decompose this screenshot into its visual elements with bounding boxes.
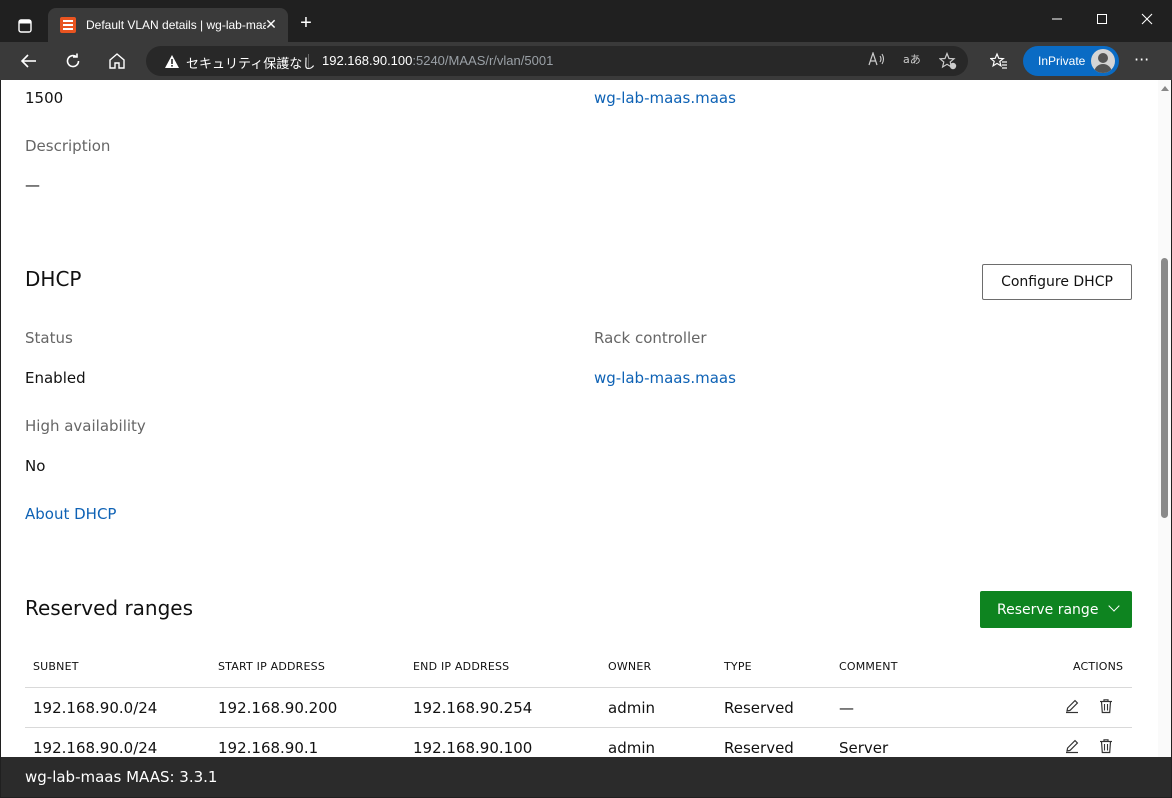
- page-scrollbar[interactable]: [1158, 80, 1171, 757]
- col-header-actions: ACTIONS: [1073, 660, 1124, 673]
- inprivate-label: InPrivate: [1038, 54, 1086, 68]
- row-start-ip: 192.168.90.200: [218, 699, 338, 717]
- scroll-up-arrow-icon[interactable]: [1161, 86, 1169, 91]
- security-status-label[interactable]: セキュリティ保護なし: [186, 53, 315, 72]
- primary-rack-host: wg-lab-maas: [594, 89, 691, 107]
- col-header-end-ip: END IP ADDRESS: [413, 660, 510, 673]
- row-comment: —: [839, 699, 854, 717]
- col-header-start-ip: START IP ADDRESS: [218, 660, 326, 673]
- maximize-icon[interactable]: [1091, 10, 1113, 32]
- reserve-range-label: Reserve range: [997, 601, 1099, 618]
- add-favorite-icon[interactable]: [938, 51, 957, 70]
- table-header-divider: [25, 687, 1132, 688]
- about-dhcp-link[interactable]: About DHCP: [25, 505, 116, 523]
- favorites-icon[interactable]: [988, 50, 1010, 72]
- chevron-down-icon: [1108, 600, 1120, 612]
- reserved-ranges-heading: Reserved ranges: [25, 596, 194, 620]
- url-path: :5240/MAAS/r/vlan/5001: [412, 53, 554, 68]
- row-end-ip: 192.168.90.254: [413, 699, 533, 717]
- dhcp-heading: DHCP: [25, 267, 82, 291]
- warning-icon[interactable]: [164, 54, 180, 73]
- row-type: Reserved: [724, 739, 794, 757]
- configure-dhcp-button[interactable]: Configure DHCP: [982, 264, 1132, 300]
- dhcp-status-value: Enabled: [25, 369, 86, 387]
- row-owner: admin: [608, 739, 655, 757]
- mtu-value: 1500: [25, 89, 64, 107]
- delete-icon[interactable]: [1098, 698, 1116, 716]
- tab-bar: Default VLAN details | wg-lab-maas ✕ +: [0, 0, 1172, 42]
- row-start-ip: 192.168.90.1: [218, 739, 319, 757]
- rack-controller-domain: .maas: [690, 369, 736, 387]
- profile-avatar: [1091, 49, 1115, 73]
- delete-icon[interactable]: [1098, 738, 1116, 756]
- maas-version-text: wg-lab-maas MAAS: 3.3.1: [25, 768, 218, 786]
- tab-title: Default VLAN details | wg-lab-maas: [86, 18, 266, 32]
- inprivate-badge[interactable]: InPrivate: [1023, 46, 1119, 76]
- scrollbar-thumb[interactable]: [1161, 258, 1168, 518]
- address-divider: [308, 54, 309, 68]
- close-window-icon[interactable]: [1136, 10, 1158, 32]
- high-availability-label: High availability: [25, 417, 146, 435]
- browser-toolbar: セキュリティ保護なし 192.168.90.100:5240/MAAS/r/vl…: [0, 42, 1172, 80]
- read-aloud-icon[interactable]: [868, 51, 886, 70]
- new-tab-button[interactable]: +: [296, 13, 316, 33]
- row-subnet-link[interactable]: 192.168.90.0/24: [33, 739, 157, 757]
- browser-tab-active[interactable]: Default VLAN details | wg-lab-maas ✕: [48, 8, 288, 42]
- translate-icon[interactable]: aあ: [903, 52, 921, 70]
- reserve-range-button[interactable]: Reserve range: [980, 591, 1132, 628]
- address-bar[interactable]: セキュリティ保護なし 192.168.90.100:5240/MAAS/r/vl…: [146, 46, 968, 76]
- description-value: —: [25, 176, 40, 194]
- row-owner: admin: [608, 699, 655, 717]
- high-availability-value: No: [25, 457, 46, 475]
- col-header-comment: COMMENT: [839, 660, 898, 673]
- page-content: 1500 wg-lab-maas.maas Description — DHCP…: [1, 80, 1158, 757]
- description-label: Description: [25, 137, 111, 155]
- row-type: Reserved: [724, 699, 794, 717]
- svg-text:aあ: aあ: [903, 53, 921, 66]
- edit-icon[interactable]: [1064, 738, 1082, 756]
- maas-footer: wg-lab-maas MAAS: 3.3.1: [1, 757, 1171, 797]
- back-icon[interactable]: [18, 50, 40, 72]
- tab-close-icon[interactable]: ✕: [262, 16, 280, 34]
- primary-rack-domain: .maas: [690, 89, 736, 107]
- rack-controller-label: Rack controller: [594, 329, 707, 347]
- row-end-ip: 192.168.90.100: [413, 739, 533, 757]
- primary-rack-link[interactable]: wg-lab-maas.maas: [594, 89, 736, 107]
- browser-window: Default VLAN details | wg-lab-maas ✕ + セ…: [0, 0, 1172, 798]
- url-text[interactable]: 192.168.90.100:5240/MAAS/r/vlan/5001: [322, 53, 553, 68]
- home-icon[interactable]: [106, 50, 128, 72]
- rack-controller-host: wg-lab-maas: [594, 369, 691, 387]
- edit-icon[interactable]: [1064, 698, 1082, 716]
- tab-actions-icon[interactable]: [12, 13, 38, 39]
- settings-more-icon[interactable]: ···: [1134, 50, 1149, 69]
- dhcp-status-label: Status: [25, 329, 73, 347]
- row-comment: Server: [839, 739, 889, 757]
- rack-controller-link[interactable]: wg-lab-maas.maas: [594, 369, 736, 387]
- minimize-icon[interactable]: [1046, 10, 1068, 32]
- refresh-icon[interactable]: [62, 50, 84, 72]
- row-subnet-link[interactable]: 192.168.90.0/24: [33, 699, 157, 717]
- col-header-type: TYPE: [724, 660, 752, 673]
- col-header-owner: OWNER: [608, 660, 652, 673]
- col-header-subnet: SUBNET: [33, 660, 79, 673]
- table-row-divider: [25, 727, 1132, 728]
- url-host: 192.168.90.100: [322, 53, 413, 68]
- maas-favicon-icon: [60, 17, 76, 33]
